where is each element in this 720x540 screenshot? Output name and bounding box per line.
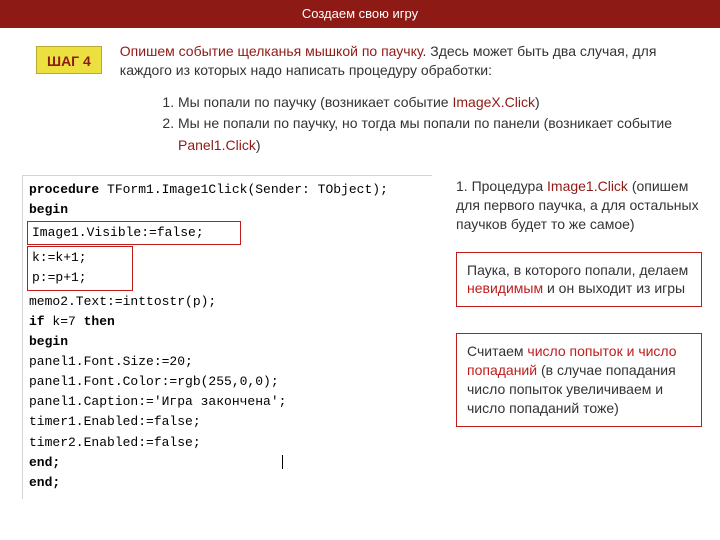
code-line: panel1.Font.Color:=rgb(255,0,0); (27, 372, 428, 392)
intro-text: Опишем событие щелканья мышкой по паучку… (120, 42, 696, 80)
code-highlight-box: Image1.Visible:=false; (27, 221, 241, 245)
code-highlight-box: k:=k+1; p:=p+1; (27, 246, 133, 290)
code-line: procedure TForm1.Image1Click(Sender: TOb… (27, 180, 428, 200)
intro-section: ШАГ 4 Опишем событие щелканья мышкой по … (0, 28, 720, 88)
code-line: end; (27, 453, 428, 473)
page-header: Создаем свою игру (0, 0, 720, 28)
text-cursor (282, 455, 283, 469)
code-line: p:=p+1; (30, 268, 130, 288)
right-column: 1. Процедура Image1.Click (опишем для пе… (456, 175, 702, 499)
list-item: Мы попали по паучку (возникает событие I… (178, 92, 720, 114)
list-item: Мы не попали по паучку, но тогда мы попа… (178, 113, 720, 156)
code-line: timer1.Enabled:=false; (27, 412, 428, 432)
note-box: Паука, в которого попали, делаем невидим… (456, 252, 702, 308)
cases-list: Мы попали по паучку (возникает событие I… (160, 92, 720, 157)
event-name: Panel1.Click (178, 137, 256, 153)
page-title: Создаем свою игру (302, 6, 418, 21)
code-line: memo2.Text:=inttostr(p); (27, 292, 428, 312)
procedure-description: 1. Процедура Image1.Click (опишем для пе… (456, 177, 702, 234)
code-panel: procedure TForm1.Image1Click(Sender: TOb… (22, 175, 432, 499)
code-line: Image1.Visible:=false; (30, 223, 238, 243)
code-line: begin (27, 332, 428, 352)
code-line: timer2.Enabled:=false; (27, 433, 428, 453)
event-name: ImageX.Click (452, 94, 534, 110)
lower-section: procedure TForm1.Image1Click(Sender: TOb… (0, 175, 720, 499)
note-box: Считаем число попыток и число попаданий … (456, 333, 702, 427)
step-badge: ШАГ 4 (36, 46, 102, 74)
code-line: if k=7 then (27, 312, 428, 332)
code-line: panel1.Caption:='Игра закончена'; (27, 392, 428, 412)
code-line: end; (27, 473, 428, 493)
code-line: k:=k+1; (30, 248, 130, 268)
code-line: panel1.Font.Size:=20; (27, 352, 428, 372)
note-highlight: невидимым (467, 280, 543, 296)
code-line: begin (27, 200, 428, 220)
procedure-name: Image1.Click (547, 178, 628, 194)
intro-lead: Опишем событие щелканья мышкой по паучку (120, 43, 423, 59)
